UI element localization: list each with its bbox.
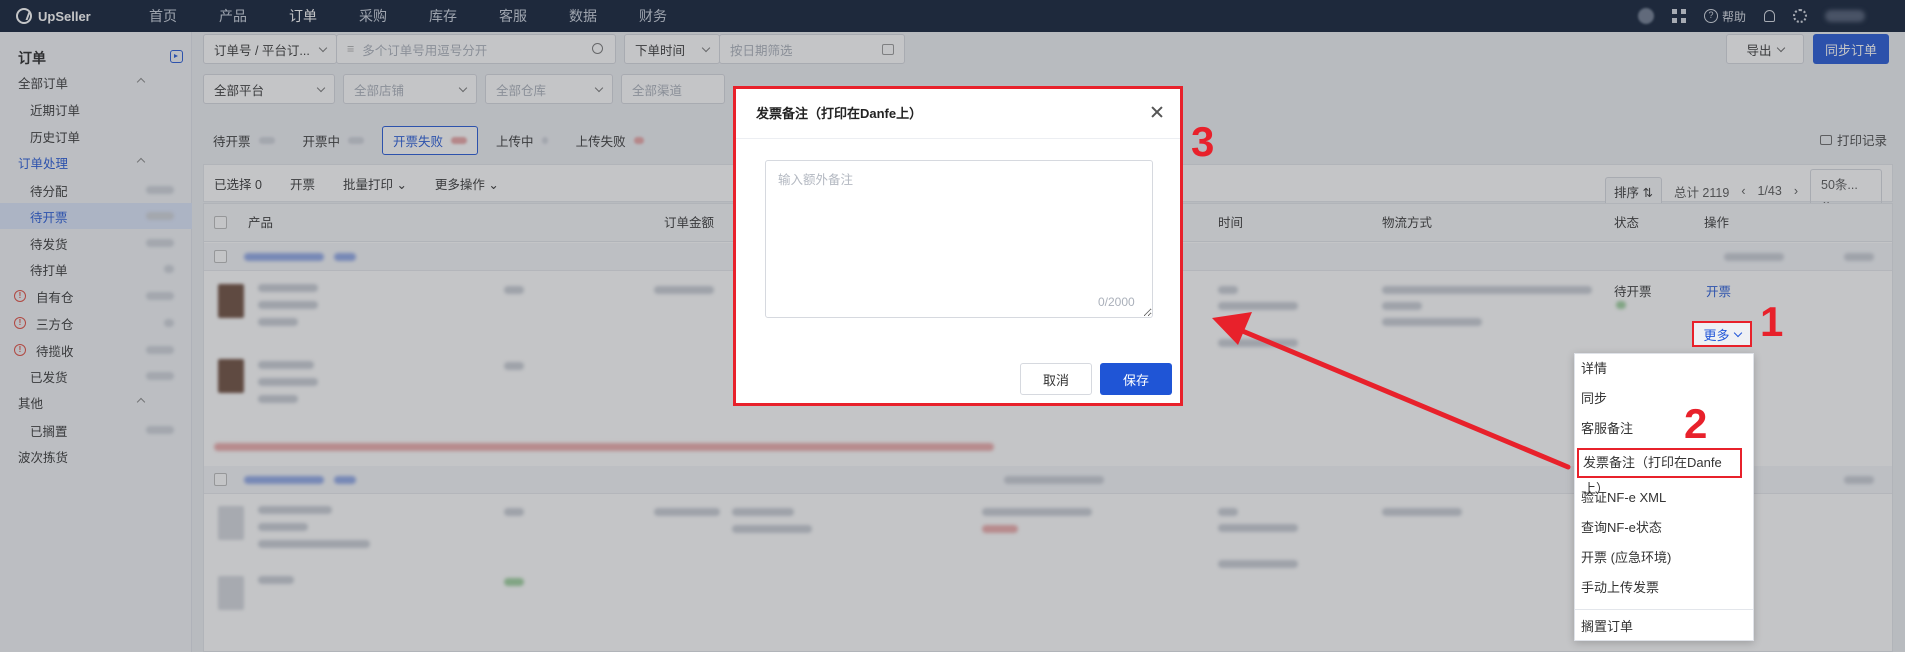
close-icon[interactable] <box>1150 105 1164 119</box>
menu-item-invoice-note[interactable]: 发票备注（打印在Danfe上） <box>1577 448 1742 496</box>
step-number-3: 3 <box>1191 118 1215 165</box>
menu-divider <box>1575 609 1753 610</box>
step-number-2: 2 <box>1684 400 1708 447</box>
cancel-button[interactable]: 取消 <box>1020 363 1092 395</box>
menu-item-verify-nfe-xml[interactable]: 验证NF-e XML <box>1575 483 1753 513</box>
menu-item-details[interactable]: 详情 <box>1575 354 1753 384</box>
menu-item-cs-note[interactable]: 客服备注 <box>1575 414 1753 444</box>
invoice-note-dialog: 发票备注（打印在Danfe上） 0/2000 取消 保存 <box>733 86 1183 406</box>
menu-item-query-nfe-status[interactable]: 查询NF-e状态 <box>1575 513 1753 543</box>
more-label: 更多 <box>1703 327 1730 343</box>
menu-item-sync[interactable]: 同步 <box>1575 384 1753 414</box>
menu-item-hold-order[interactable]: 搁置订单 <box>1575 612 1753 642</box>
more-actions-menu: 详情 同步 客服备注 发票备注（打印在Danfe上） 验证NF-e XML 查询… <box>1574 353 1754 641</box>
step-number-1: 1 <box>1760 298 1784 345</box>
chevron-down-icon <box>1733 328 1742 337</box>
dialog-divider <box>736 138 1180 139</box>
save-button[interactable]: 保存 <box>1100 363 1172 395</box>
more-actions-button[interactable]: 更多 <box>1692 321 1752 347</box>
invoice-note-textarea[interactable] <box>765 160 1153 318</box>
menu-item-emergency-invoice[interactable]: 开票 (应急环境) <box>1575 543 1753 573</box>
menu-item-manual-upload-invoice[interactable]: 手动上传发票 <box>1575 573 1753 603</box>
char-counter: 0/2000 <box>1098 295 1135 309</box>
dialog-title: 发票备注（打印在Danfe上） <box>756 106 923 121</box>
